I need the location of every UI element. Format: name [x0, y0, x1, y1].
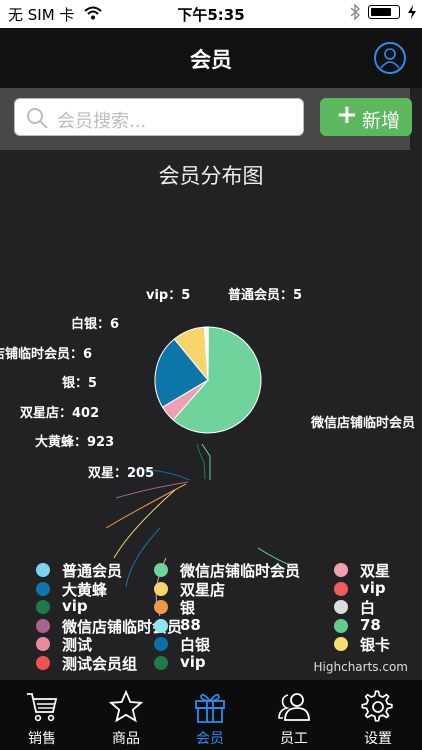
star-icon: [109, 690, 143, 723]
data-label-bumblebee: 大黄蜂：923: [35, 435, 115, 450]
search-input[interactable]: 会员搜索...: [14, 98, 304, 136]
legend-marker[interactable]: [36, 581, 50, 596]
tab-bar: 销售 商品 会员 员工 设置: [0, 680, 422, 750]
legend-marker[interactable]: [154, 600, 168, 614]
legend-item[interactable]: 88: [180, 616, 201, 634]
tab-label: 商品: [112, 731, 140, 747]
charging-icon: [408, 5, 416, 19]
data-label-vip: vip：5: [146, 288, 191, 303]
battery-icon: [368, 5, 400, 19]
tab-members[interactable]: 会员: [168, 680, 252, 750]
legend-item[interactable]: 测试会员组: [62, 653, 137, 674]
legend-item[interactable]: 78: [360, 616, 381, 634]
legend-marker[interactable]: [154, 581, 168, 596]
legend-marker[interactable]: [334, 563, 348, 577]
status-bar: 无 SIM 卡 下午5:35: [0, 0, 422, 28]
member-distribution-chart: 会员分布图 vip：5 普通会员：5 白银：6 店铺临时会员：6 银：5 双星店…: [0, 150, 422, 680]
tab-sales[interactable]: 销售: [0, 680, 84, 750]
legend-marker[interactable]: [154, 618, 168, 633]
legend-marker[interactable]: [334, 600, 348, 614]
legend-item[interactable]: vip: [360, 579, 386, 597]
legend-marker[interactable]: [36, 563, 50, 577]
data-label-shop-temp-member: 店铺临时会员：6: [0, 347, 93, 362]
legend-marker[interactable]: [154, 563, 168, 577]
legend-marker[interactable]: [36, 600, 50, 614]
data-label-silver-white: 白银：6: [71, 317, 120, 332]
legend-item[interactable]: vip: [180, 653, 206, 671]
legend-marker[interactable]: [36, 637, 50, 651]
legend-marker[interactable]: [154, 655, 168, 670]
bluetooth-icon: [350, 4, 360, 20]
chart-credits[interactable]: Highcharts.com: [314, 660, 408, 674]
gear-icon: [361, 690, 393, 722]
legend-marker[interactable]: [36, 655, 50, 670]
nav-bar: 会员: [0, 28, 422, 88]
page-title: 会员: [190, 48, 232, 72]
tab-label: 会员: [196, 731, 224, 747]
search-placeholder: 会员搜索...: [57, 111, 147, 132]
legend-marker[interactable]: [154, 637, 168, 651]
data-label-wechat-temp-member: 微信店铺临时会员: [311, 416, 416, 431]
data-label-silver: 银：5: [62, 376, 98, 391]
legend-marker[interactable]: [334, 618, 348, 633]
legend-item[interactable]: 银卡: [360, 634, 390, 655]
add-member-button[interactable]: + 新增: [320, 98, 412, 136]
legend-item[interactable]: vip: [62, 597, 88, 615]
legend-marker[interactable]: [36, 618, 50, 633]
legend-marker[interactable]: [334, 637, 348, 651]
data-label-regular-member: 普通会员：5: [228, 288, 303, 303]
tab-label: 销售: [28, 731, 56, 747]
user-icon[interactable]: [374, 42, 406, 74]
data-label-double-star-store: 双星店：402: [20, 406, 100, 421]
users-icon: [278, 693, 310, 721]
tab-products[interactable]: 商品: [84, 680, 168, 750]
gift-icon: [195, 694, 225, 723]
search-bar: 会员搜索... + 新增: [0, 88, 412, 150]
tab-label: 员工: [280, 731, 308, 747]
data-label-double-star: 双星：205: [88, 466, 155, 481]
tab-settings[interactable]: 设置: [336, 680, 420, 750]
plus-icon: +: [336, 100, 358, 130]
legend-marker[interactable]: [334, 581, 348, 596]
tab-label: 设置: [364, 731, 392, 747]
tab-staff[interactable]: 员工: [252, 680, 336, 750]
search-icon: [27, 108, 48, 129]
add-button-label: 新增: [362, 110, 401, 132]
cart-icon: [27, 693, 58, 722]
